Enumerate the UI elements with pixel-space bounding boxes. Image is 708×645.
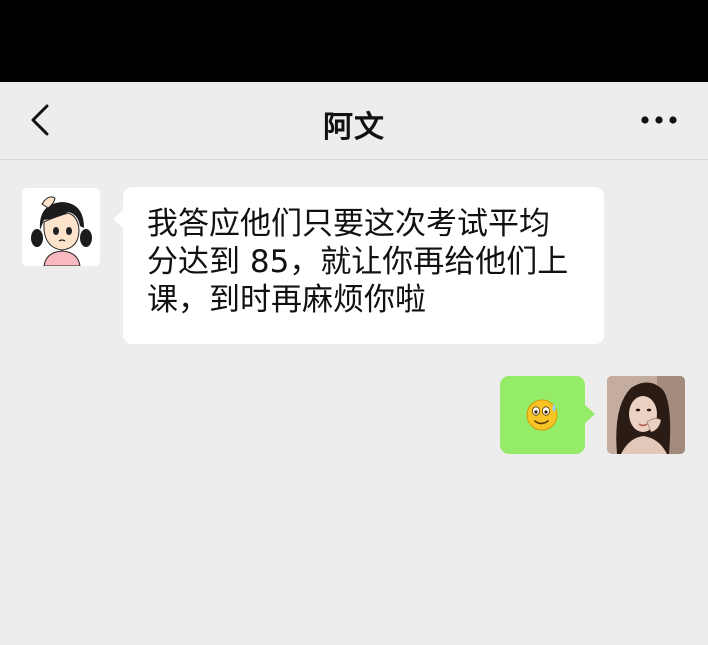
sweat-smile-emoji-icon	[526, 399, 558, 431]
incoming-message-bubble[interactable]: 我答应他们只要这次考试平均 分达到 85，就让你再给他们上 课，到时再麻烦你啦	[113, 187, 604, 344]
my-avatar[interactable]	[607, 376, 685, 454]
woman-portrait-avatar-icon	[607, 376, 685, 454]
status-bar	[0, 0, 708, 82]
message-list[interactable]: 我答应他们只要这次考试平均 分达到 85，就让你再给他们上 课，到时再麻烦你啦	[0, 160, 708, 645]
more-horizontal-icon	[641, 116, 677, 124]
chat-header: 阿文	[0, 82, 708, 160]
message-text: 我答应他们只要这次考试平均 分达到 85，就让你再给他们上 课，到时再麻烦你啦	[147, 206, 569, 318]
cartoon-girl-avatar-icon	[22, 188, 100, 266]
more-options-button[interactable]	[640, 108, 680, 132]
chat-title: 阿文	[323, 110, 385, 145]
contact-avatar[interactable]	[22, 188, 100, 266]
outgoing-message-bubble[interactable]	[500, 376, 595, 454]
